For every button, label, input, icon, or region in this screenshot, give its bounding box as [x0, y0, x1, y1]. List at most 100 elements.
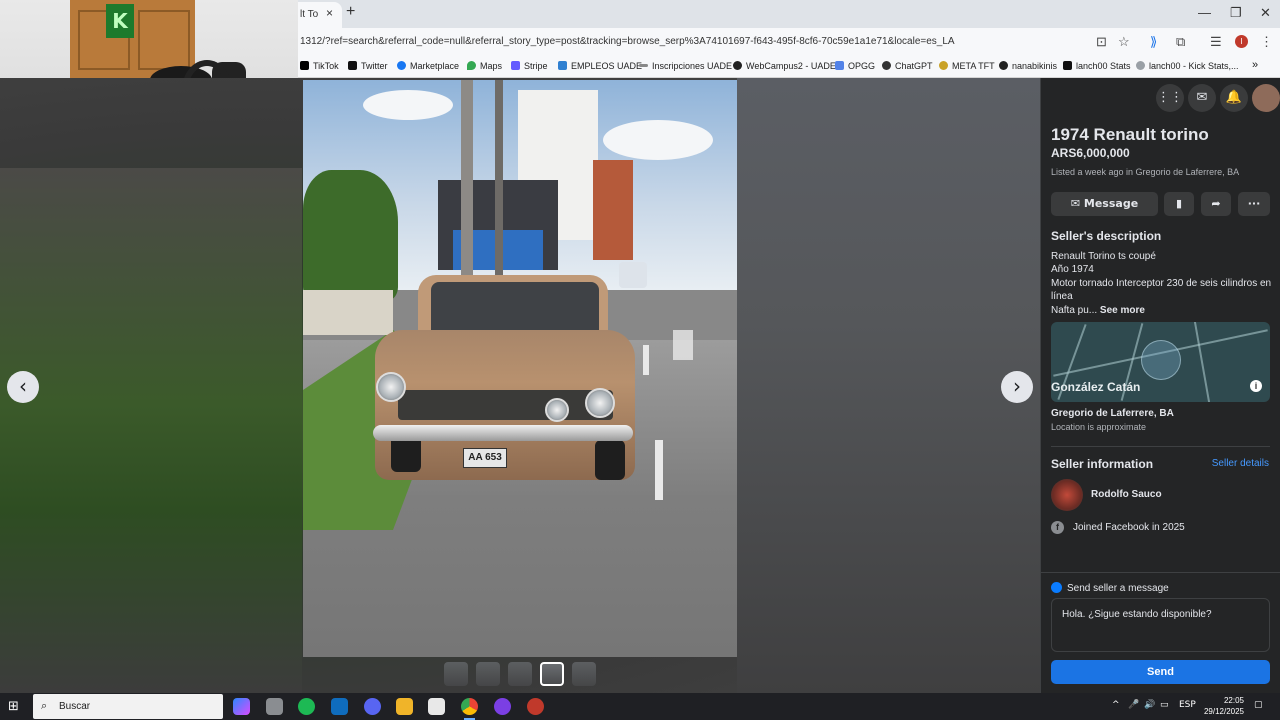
extensions-puzzle-icon[interactable]: ⧉: [1176, 34, 1185, 50]
listing-price: ARS6,000,000: [1051, 146, 1130, 160]
file-explorer-icon[interactable]: [396, 698, 413, 715]
network-icon[interactable]: ▭: [1160, 700, 1169, 710]
bookmark-label: TikTok: [313, 61, 339, 71]
extension-icon[interactable]: ⟫: [1150, 34, 1157, 50]
webcampus-icon: [733, 61, 742, 70]
volume-icon[interactable]: 🔊: [1144, 700, 1155, 710]
spotify-icon[interactable]: [298, 698, 315, 715]
location-map[interactable]: González Catán i: [1051, 322, 1270, 402]
address-bar-row: 1312/?ref=search&referral_code=null&refe…: [298, 28, 1280, 56]
bookmark-label: lanch00 Stats: [1076, 61, 1131, 71]
more-icon: ···: [1247, 197, 1261, 210]
taskbar-search[interactable]: ⌕ Buscar: [33, 694, 223, 719]
meta-tft-icon: [939, 61, 948, 70]
messenger-icon[interactable]: ✉: [1188, 84, 1216, 112]
photo-utility-pole: [495, 80, 503, 280]
menu-grid-icon[interactable]: ⋮⋮: [1156, 84, 1184, 112]
backdrop-blur-left: [0, 168, 302, 693]
bookmark-star-icon[interactable]: ☆: [1118, 34, 1130, 50]
taskbar-clock[interactable]: 22:05 29/12/2025: [1200, 695, 1244, 717]
send-button[interactable]: Send: [1051, 660, 1270, 684]
app-icon[interactable]: [527, 698, 544, 715]
bookmark-tiktok[interactable]: TikTok: [300, 61, 339, 71]
send-message-section: Send seller a message Hola. ¿Sigue estan…: [1041, 572, 1280, 693]
mail-icon[interactable]: [331, 698, 348, 715]
bookmark-label: Stripe: [524, 61, 548, 71]
photo-cloud: [363, 90, 453, 120]
bookmark-label: META TFT: [952, 61, 995, 71]
send-message-label: Send seller a message: [1051, 582, 1169, 594]
browser-menu-icon[interactable]: ⋮: [1260, 34, 1273, 50]
close-window-button[interactable]: ✕: [1260, 5, 1271, 21]
seller-avatar[interactable]: [1051, 479, 1083, 511]
windows-start-icon[interactable]: ⊞: [8, 699, 19, 714]
discord-icon[interactable]: [364, 698, 381, 715]
bookmark-opgg[interactable]: OPGG: [835, 61, 875, 71]
tab-title: lt To: [300, 9, 319, 20]
photo-thumbnail-active[interactable]: [540, 662, 564, 686]
location-name: Gregorio de Laferrere, BA: [1051, 408, 1174, 419]
bookmark-maps[interactable]: Maps: [467, 61, 502, 71]
previous-photo-button[interactable]: ‹: [7, 371, 39, 403]
bookmark-label: Twitter: [361, 61, 388, 71]
profile-avatar[interactable]: I: [1235, 35, 1248, 48]
seller-details-link[interactable]: Seller details: [1212, 458, 1269, 469]
url-input[interactable]: 1312/?ref=search&referral_code=null&refe…: [300, 36, 1080, 47]
message-button[interactable]: ✉ Message: [1051, 192, 1158, 216]
share-button[interactable]: ➦: [1201, 192, 1231, 216]
bookmark-lanch00-stats[interactable]: lanch00 Stats: [1063, 61, 1131, 71]
bookmark-meta-tft[interactable]: META TFT: [939, 61, 995, 71]
install-app-icon[interactable]: ⊡: [1096, 34, 1107, 50]
message-input[interactable]: Hola. ¿Sigue estando disponible?: [1051, 598, 1270, 652]
bookmark-stripe[interactable]: Stripe: [511, 61, 548, 71]
browser-tab[interactable]: lt To: [298, 2, 342, 28]
location-note: Location is approximate: [1051, 422, 1147, 432]
photo-thumbnail[interactable]: [508, 662, 532, 686]
restore-button[interactable]: ❐: [1230, 5, 1242, 21]
new-tab-button[interactable]: +: [346, 3, 355, 21]
bookmark-inscripciones-uade[interactable]: Inscripciones UADE: [639, 61, 732, 71]
location-radius: [1141, 340, 1181, 380]
seller-joined: Joined Facebook in 2025: [1073, 522, 1185, 533]
reading-list-icon[interactable]: ☰: [1210, 34, 1222, 50]
listing-details-panel: ⋮⋮ ✉ 🔔 1974 Renault torino ARS6,000,000 …: [1040, 78, 1280, 693]
account-avatar[interactable]: [1252, 84, 1280, 112]
notifications-bell-icon[interactable]: 🔔: [1220, 84, 1248, 112]
tiktok-icon: [300, 61, 309, 70]
photo-thumbnail[interactable]: [572, 662, 596, 686]
bookmark-kick-stats[interactable]: lanch00 - Kick Stats,...: [1136, 61, 1239, 71]
bookmark-marketplace[interactable]: Marketplace: [397, 61, 459, 71]
photo-lane-marking: [655, 440, 663, 500]
notifications-icon[interactable]: ▢: [1254, 700, 1263, 710]
files-icon[interactable]: [266, 698, 283, 715]
bookmark-label: lanch00 - Kick Stats,...: [1149, 61, 1239, 71]
tab-close-icon[interactable]: ×: [326, 6, 333, 20]
bookmark-empleos-uade[interactable]: EMPLEOS UADE: [558, 61, 642, 71]
minimize-button[interactable]: —: [1198, 5, 1211, 20]
car-bumper: [373, 425, 633, 441]
next-photo-button[interactable]: ›: [1001, 371, 1033, 403]
microphone-icon[interactable]: 🎤: [1128, 700, 1139, 710]
bookmark-twitter[interactable]: Twitter: [348, 61, 388, 71]
photo-thumbnail[interactable]: [476, 662, 500, 686]
chrome-icon[interactable]: [461, 698, 478, 720]
bookmark-label: ChatGPT: [895, 61, 933, 71]
seller-name[interactable]: Rodolfo Sauco: [1091, 489, 1162, 500]
tray-overflow-icon[interactable]: ^: [1112, 700, 1120, 710]
app-icon[interactable]: [494, 698, 511, 715]
listing-title: 1974 Renault torino: [1051, 125, 1209, 144]
map-info-icon[interactable]: i: [1250, 380, 1262, 392]
language-indicator[interactable]: ESP: [1179, 700, 1196, 710]
store-icon[interactable]: [428, 698, 445, 715]
bookmarks-overflow-icon[interactable]: »: [1252, 59, 1258, 71]
photo-wall: [303, 290, 393, 335]
see-more-link[interactable]: See more: [1100, 305, 1145, 316]
bookmark-nanabikinis[interactable]: nanabikinis: [999, 61, 1057, 71]
maps-pin-icon: [467, 61, 476, 70]
copilot-icon[interactable]: [233, 698, 250, 715]
bookmark-chatgpt[interactable]: ChatGPT: [882, 61, 933, 71]
save-button[interactable]: ▮: [1164, 192, 1194, 216]
more-options-button[interactable]: ···: [1238, 192, 1270, 216]
bookmark-webcampus[interactable]: WebCampus2 - UADE: [733, 61, 836, 71]
photo-thumbnail[interactable]: [444, 662, 468, 686]
